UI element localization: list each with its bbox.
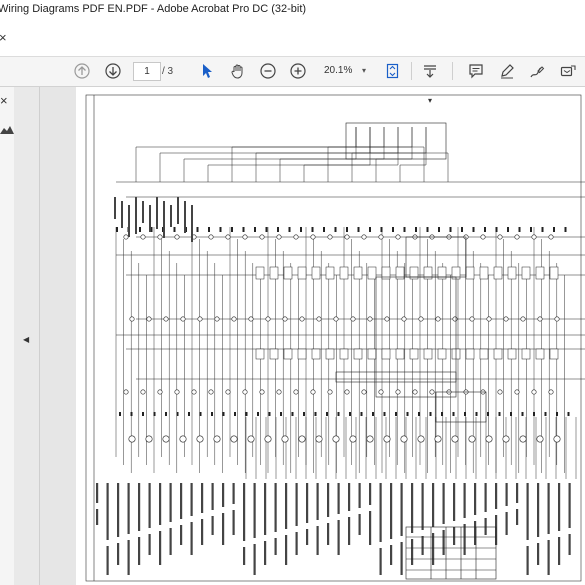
scroll-mode-icon[interactable] — [420, 61, 440, 81]
document-page[interactable]: ▾ — [76, 87, 585, 585]
toolbar-divider — [452, 62, 453, 80]
hand-tool-icon[interactable] — [228, 61, 248, 81]
highlight-pen-icon[interactable] — [497, 61, 517, 81]
page-number-input[interactable]: 1 — [133, 62, 161, 81]
share-icon[interactable] — [558, 61, 578, 81]
tab-bar: × — [0, 18, 585, 57]
title-bar: Wiring Diagrams PDF EN.PDF - Adobe Acrob… — [0, 0, 585, 19]
page-top-marker: ▾ — [428, 96, 433, 105]
toolbar-divider — [411, 62, 412, 80]
thumbnail-mountain-icon[interactable] — [0, 123, 14, 135]
page-total: / 3 — [162, 66, 174, 77]
wiring-diagram — [85, 94, 585, 582]
next-page-icon[interactable] — [103, 61, 123, 81]
chevron-down-icon: ▾ — [361, 66, 366, 75]
window-title: Wiring Diagrams PDF EN.PDF - Adobe Acrob… — [0, 3, 307, 15]
close-pane-icon[interactable]: × — [0, 93, 8, 108]
zoom-level-select[interactable]: 20.1% ▾ — [316, 62, 368, 79]
zoom-level-value: 20.1% — [324, 65, 353, 76]
comment-icon[interactable] — [466, 61, 486, 81]
sign-icon[interactable] — [527, 61, 547, 81]
zoom-out-icon[interactable] — [258, 61, 278, 81]
toolbar: 1 / 3 20.1% ▾ — [0, 57, 585, 87]
select-arrow-icon[interactable] — [197, 61, 217, 81]
prev-page-icon[interactable] — [72, 61, 92, 81]
pane-collapse-bar[interactable]: ◀ — [14, 87, 40, 585]
navigation-pane: × — [0, 87, 15, 585]
collapse-arrow-icon[interactable]: ◀ — [23, 335, 29, 344]
close-tab-icon[interactable]: × — [0, 30, 7, 45]
zoom-in-icon[interactable] — [288, 61, 308, 81]
fit-page-icon[interactable] — [383, 61, 403, 81]
